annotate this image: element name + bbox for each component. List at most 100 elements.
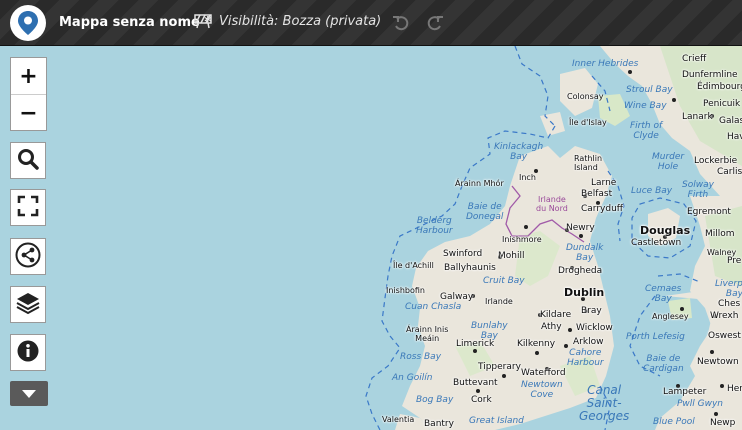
map-canvas[interactable]: Dublin Belfast Douglas Castletown Galway… <box>0 46 742 430</box>
map-pin-logo-icon[interactable] <box>10 5 46 41</box>
fullscreen-button[interactable] <box>10 189 46 226</box>
water-kinlackagh-bay: Kinlackagh Bay <box>494 142 544 162</box>
city-kilkenny[interactable]: Kilkenny <box>517 339 555 349</box>
city-waterford[interactable]: Waterford <box>521 368 566 378</box>
city-crieff[interactable]: Crieff <box>682 54 706 64</box>
city-inch[interactable]: Inch <box>519 173 536 182</box>
water-liverpool-bay: Liverpoo Bay <box>715 279 742 299</box>
city-kildare[interactable]: Kildare <box>540 310 571 320</box>
zoom-out-button[interactable]: − <box>11 95 46 131</box>
city-arainn-inis-meain[interactable]: Árainn Inis Meáin <box>406 325 448 343</box>
city-hav[interactable]: Hav <box>727 132 742 142</box>
layers-button[interactable] <box>10 286 46 323</box>
water-luce-bay: Luce Bay <box>631 186 673 196</box>
water-solway-firth: Solway Firth <box>682 180 714 200</box>
city-egremont[interactable]: Egremont <box>687 207 731 217</box>
city-arainn-mhor[interactable]: Árainn Mhór <box>455 179 504 188</box>
visibility-status[interactable]: Visibilità: Bozza (privata) <box>194 13 381 29</box>
water-bog-bay: Bog Bay <box>416 395 454 405</box>
city-wrexh[interactable]: Wrexh <box>710 311 738 321</box>
map-title[interactable]: Mappa senza nome * <box>59 15 211 30</box>
city-rathlin-island[interactable]: Rathlin Island <box>574 154 602 172</box>
city-drogheda[interactable]: Drogheda <box>558 266 602 276</box>
visibility-label: Visibilità: Bozza (privata) <box>219 13 382 29</box>
city-castletown[interactable]: Castletown <box>631 238 681 248</box>
water-baie-de-cardigan: Baie de Cardigan <box>643 354 684 374</box>
water-inner-hebrides: Inner Hebrides <box>572 59 639 69</box>
water-dundalk-bay: Dundalk Bay <box>566 243 604 263</box>
city-dunfermline[interactable]: Dunfermline <box>682 70 738 80</box>
water-cuan-chasla: Cuan Chasla <box>405 302 462 312</box>
city-ches[interactable]: Ches <box>718 299 740 309</box>
water-newtown-cove: Newtown Cove <box>521 380 563 400</box>
city-galas[interactable]: Galas <box>719 116 742 126</box>
city-anglesey[interactable]: Anglesey <box>652 312 689 321</box>
water-firth-of-clyde: Firth of Clyde <box>630 121 663 141</box>
water-cemaes-bay: Cemaes Bay <box>645 284 682 304</box>
city-dublin[interactable]: Dublin <box>564 286 604 299</box>
city-carlis[interactable]: Carlis <box>717 167 742 177</box>
city-mohill[interactable]: Mohill <box>498 251 524 261</box>
city-newry[interactable]: Newry <box>566 223 595 233</box>
city-douglas[interactable]: Douglas <box>640 224 690 237</box>
city-swinford[interactable]: Swinford <box>443 249 482 259</box>
city-newp[interactable]: Newp <box>710 418 735 428</box>
zoom-in-button[interactable]: + <box>11 58 46 95</box>
region-irlande-du-nord: Irlande du Nord <box>536 195 568 213</box>
city-buttevant[interactable]: Buttevant <box>453 378 498 388</box>
water-wine-bay: Wine Bay <box>624 101 667 111</box>
search-button[interactable] <box>10 142 46 179</box>
top-bar: Mappa senza nome * Visibilità: Bozza (pr… <box>0 0 742 46</box>
water-baie-de-donegal: Baie de Donegal <box>466 202 504 222</box>
caret-down-icon <box>21 384 37 403</box>
city-penicuik[interactable]: Penicuik <box>703 99 740 109</box>
city-inishbofin[interactable]: Inishbofin <box>386 286 425 295</box>
search-icon <box>16 147 40 175</box>
water-an-goilin: An Goilín <box>392 373 433 383</box>
city-galway[interactable]: Galway <box>440 292 473 302</box>
water-great-island: Great Island <box>469 416 524 426</box>
city-millom[interactable]: Millom <box>705 229 735 239</box>
city-edimbourg[interactable]: Édimbourg <box>697 82 742 92</box>
city-ile-dachill[interactable]: Île d'Achill <box>393 261 434 270</box>
city-larne[interactable]: Larne <box>591 178 616 188</box>
city-ile-disla[interactable]: Île d'Islay <box>569 118 607 127</box>
water-bunlahy-bay: Bunlahy Bay <box>471 321 508 341</box>
city-valentia[interactable]: Valentia <box>382 415 414 424</box>
city-wicklow[interactable]: Wicklow <box>576 323 613 333</box>
city-arklow[interactable]: Arklow <box>573 337 603 347</box>
info-icon <box>16 339 40 367</box>
redo-icon[interactable] <box>424 12 446 34</box>
city-her[interactable]: Her <box>727 384 742 394</box>
share-icon <box>15 242 41 272</box>
layers-icon <box>15 290 41 320</box>
undo-icon[interactable] <box>390 12 412 34</box>
share-button[interactable] <box>10 238 46 275</box>
city-carryduff[interactable]: Carryduff <box>581 204 623 214</box>
city-pre[interactable]: Pre <box>727 256 741 266</box>
water-porth-lefesig: Porth Lefesig <box>626 332 685 342</box>
city-inishmore[interactable]: Inishmore <box>502 235 542 244</box>
city-ballyhaunis[interactable]: Ballyhaunis <box>444 263 496 273</box>
city-belfast[interactable]: Belfast <box>581 189 612 199</box>
city-athy[interactable]: Athy <box>541 322 562 332</box>
water-murder-hole: Murder Hole <box>652 152 685 172</box>
info-button[interactable] <box>10 334 46 371</box>
city-bray[interactable]: Bray <box>581 306 602 316</box>
city-tipperary[interactable]: Tipperary <box>478 362 521 372</box>
city-bantry[interactable]: Bantry <box>424 419 454 429</box>
city-irlande: Irlande <box>485 297 513 306</box>
more-controls-button[interactable] <box>10 381 48 406</box>
water-pwll-gwyn: Pwll Gwyn <box>677 399 724 409</box>
water-cahore-harbour: Cahore Harbour <box>567 348 604 368</box>
city-lampeter[interactable]: Lampeter <box>663 387 706 397</box>
water-ross-bay: Ross Bay <box>400 352 442 362</box>
city-cork[interactable]: Cork <box>471 395 492 405</box>
city-colonsay[interactable]: Colonsay <box>567 92 603 101</box>
water-cruit-bay: Cruit Bay <box>483 276 525 286</box>
city-lockerbie[interactable]: Lockerbie <box>694 156 737 166</box>
city-newtown[interactable]: Newtown <box>697 357 739 367</box>
water-canal-saint-georges: Canal Saint- Georges <box>579 383 630 423</box>
city-lanark[interactable]: Lanark <box>682 112 713 122</box>
city-oswest[interactable]: Oswest <box>708 331 741 341</box>
